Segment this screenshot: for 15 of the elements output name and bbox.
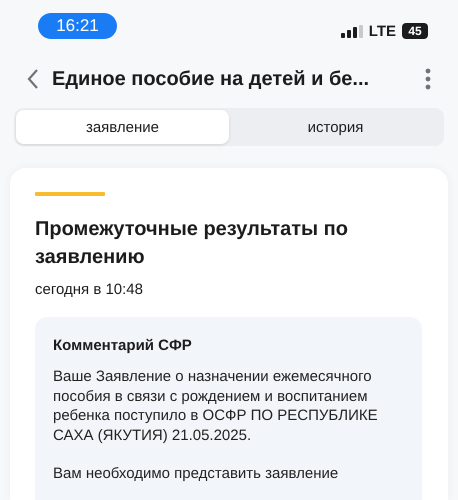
battery-level: 45 bbox=[402, 23, 428, 39]
card-title: Промежуточные результаты по заявлению bbox=[35, 217, 349, 270]
tab[interactable]: история bbox=[229, 110, 442, 144]
accent-bar bbox=[35, 192, 105, 196]
comment-title: Комментарий СФР bbox=[53, 337, 193, 354]
status-time: 16:21 bbox=[38, 13, 117, 39]
card-date: сегодня в 10:48 bbox=[35, 281, 144, 298]
tab[interactable]: заявление bbox=[16, 110, 229, 144]
comment-text: Ваше Заявление о назначении ежемесячного пособия в связи с рождением и воспитанием ребенка поступило в ОСФР ПО РЕСПУБЛИКЕ САХА (ЯКУТИЯ) 21.05.2025. bbox=[53, 367, 379, 445]
comment-text: Вам необходимо представить заявление bbox=[53, 464, 340, 484]
back-icon[interactable] bbox=[26, 68, 40, 90]
signal-icon bbox=[340, 24, 363, 38]
page-title: Единое пособие на детей и бе... bbox=[52, 68, 370, 90]
more-icon[interactable] bbox=[424, 68, 432, 90]
network-label: LTE bbox=[368, 22, 396, 40]
